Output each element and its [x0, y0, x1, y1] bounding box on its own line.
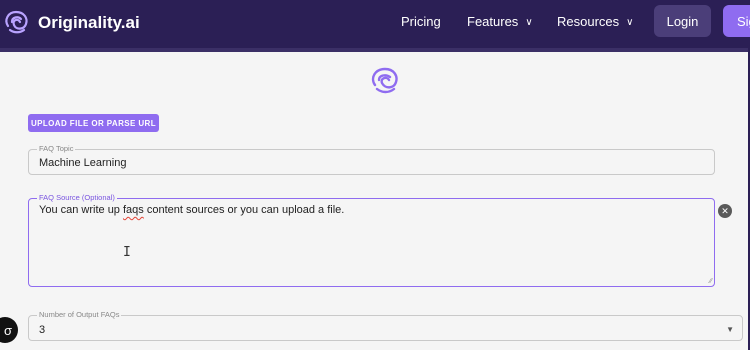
faq-source-label: FAQ Source (Optional) — [37, 193, 117, 202]
source-text-part: You can write up — [39, 204, 123, 216]
nav-resources-label: Resources — [557, 14, 620, 29]
nav-pricing[interactable]: Pricing — [401, 14, 441, 29]
caret-down-icon[interactable]: ▼ — [726, 325, 734, 334]
output-faqs-select[interactable]: Number of Output FAQs 3 ▼ — [28, 310, 743, 341]
misspelled-word[interactable]: faqs — [123, 204, 144, 216]
nav-features[interactable]: Features ∨ — [467, 14, 533, 29]
brain-icon — [371, 67, 398, 94]
faq-topic-field[interactable]: FAQ Topic Machine Learning — [28, 144, 715, 175]
resize-handle-icon[interactable]: ∕∕ — [710, 278, 712, 285]
brand-name[interactable]: Originality.ai — [38, 13, 140, 33]
chevron-down-icon: ∨ — [626, 17, 634, 28]
faq-topic-input[interactable]: Machine Learning — [39, 157, 126, 169]
login-button[interactable]: Login — [654, 5, 711, 37]
close-circle-icon[interactable]: ✕ — [718, 204, 732, 218]
faq-source-text[interactable]: You can write up faqs content sources or… — [39, 204, 344, 216]
chevron-down-icon: ∨ — [525, 17, 533, 28]
upload-file-button[interactable]: UPLOAD FILE OR PARSE URL — [28, 114, 159, 132]
brain-logo-icon[interactable] — [2, 8, 32, 36]
faq-generator-panel: UPLOAD FILE OR PARSE URL FAQ Topic Machi… — [0, 48, 750, 350]
nav-resources[interactable]: Resources ∨ — [557, 14, 633, 29]
output-faqs-label: Number of Output FAQs — [37, 310, 122, 319]
text-cursor-icon: I — [123, 245, 131, 260]
faq-topic-label: FAQ Topic — [37, 144, 76, 153]
nav-features-label: Features — [467, 14, 519, 29]
faq-source-textarea[interactable]: FAQ Source (Optional) You can write up f… — [28, 193, 732, 287]
top-navbar: Originality.ai Pricing Features ∨ Resourc… — [0, 0, 750, 48]
source-text-part: content sources or you can upload a file… — [143, 204, 345, 216]
output-faqs-value: 3 — [39, 324, 46, 336]
signup-button[interactable]: Sig — [723, 5, 750, 37]
